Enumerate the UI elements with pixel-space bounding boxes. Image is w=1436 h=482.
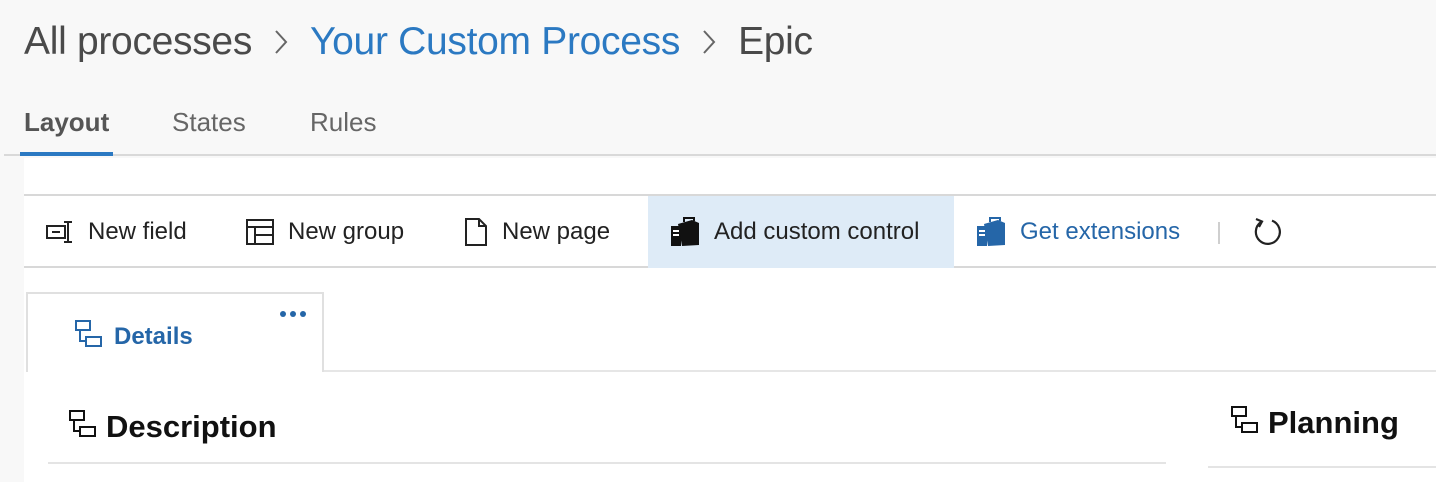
breadcrumb-current-epic: Epic bbox=[738, 20, 813, 63]
new-field-label: New field bbox=[88, 218, 187, 245]
breadcrumb-custom-process[interactable]: Your Custom Process bbox=[310, 20, 680, 64]
process-tabs: Layout States Rules bbox=[4, 96, 1436, 156]
new-group-button[interactable]: New group bbox=[246, 196, 404, 268]
refresh-icon bbox=[1252, 216, 1284, 248]
page-tab-details[interactable]: Details bbox=[26, 292, 324, 372]
page-tab-details-label: Details bbox=[114, 322, 193, 350]
divider bbox=[48, 462, 1166, 464]
breadcrumb: All processes Your Custom Process Epic bbox=[24, 14, 813, 70]
tab-states[interactable]: States bbox=[168, 104, 250, 148]
refresh-button[interactable] bbox=[1252, 196, 1284, 268]
custom-control-icon bbox=[670, 217, 700, 247]
get-extensions-button[interactable]: Get extensions bbox=[976, 196, 1180, 268]
group-planning-header[interactable]: Planning bbox=[1230, 404, 1399, 442]
group-description-title: Description bbox=[106, 409, 277, 444]
new-group-label: New group bbox=[288, 218, 405, 245]
add-custom-control-label: Add custom control bbox=[714, 218, 920, 245]
new-page-button[interactable]: New page bbox=[464, 196, 610, 268]
new-page-icon bbox=[464, 218, 488, 246]
process-editor-page: All processes Your Custom Process Epic L… bbox=[0, 0, 1436, 482]
new-field-icon bbox=[46, 220, 74, 244]
get-extensions-label: Get extensions bbox=[1020, 218, 1181, 245]
divider bbox=[1208, 466, 1436, 468]
add-custom-control-button[interactable]: Add custom control bbox=[648, 196, 954, 268]
new-field-button[interactable]: New field bbox=[46, 196, 187, 268]
page-tab-details-label-wrap[interactable]: Details bbox=[74, 318, 193, 355]
layout-toolbar: New field New group New page Add custom … bbox=[24, 196, 1436, 268]
more-options-icon[interactable] bbox=[278, 306, 308, 322]
group-icon bbox=[68, 408, 98, 446]
chevron-right-icon bbox=[680, 29, 738, 55]
page-layout-icon bbox=[74, 318, 104, 355]
extensions-icon bbox=[976, 217, 1006, 247]
chevron-right-icon bbox=[252, 29, 310, 55]
new-group-icon bbox=[246, 219, 274, 245]
group-description-header[interactable]: Description bbox=[68, 408, 277, 446]
layout-panel: New field New group New page Add custom … bbox=[24, 158, 1436, 482]
tab-rules[interactable]: Rules bbox=[306, 104, 380, 148]
toolbar-separator bbox=[1218, 222, 1220, 244]
group-icon bbox=[1230, 404, 1260, 442]
new-page-label: New page bbox=[502, 218, 611, 245]
group-planning-title: Planning bbox=[1268, 405, 1399, 440]
tab-layout[interactable]: Layout bbox=[20, 104, 114, 156]
divider bbox=[324, 370, 1436, 372]
breadcrumb-all-processes[interactable]: All processes bbox=[24, 20, 252, 64]
